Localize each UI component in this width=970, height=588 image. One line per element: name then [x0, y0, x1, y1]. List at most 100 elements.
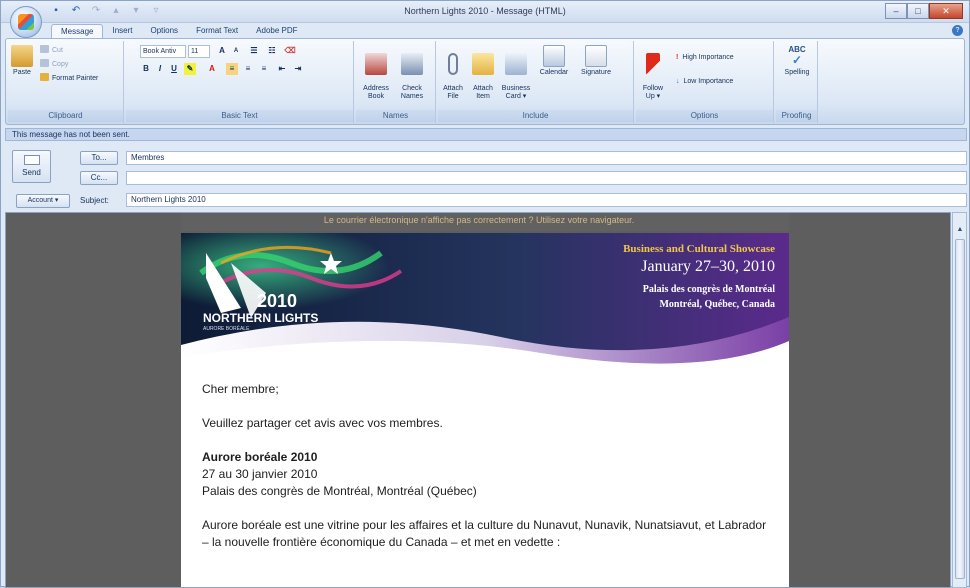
vertical-scrollbar[interactable]: ▲: [952, 212, 967, 588]
event-place: Palais des congrès de Montréal, Montréal…: [202, 484, 477, 498]
clear-formatting-icon[interactable]: ⌫: [284, 45, 296, 57]
email-text: Cher membre; Veuillez partager cet avis …: [202, 381, 772, 551]
ribbon: Paste Cut Copy Format Painter Clipboard …: [5, 38, 965, 125]
banner-venue: Palais des congrès de Montréal: [642, 284, 775, 295]
follow-up-button[interactable]: Follow Up ▾: [640, 45, 666, 101]
event-dates: 27 au 30 janvier 2010: [202, 467, 318, 481]
banner-brand: NORTHERN LIGHTS: [203, 311, 319, 325]
tab-insert[interactable]: Insert: [103, 24, 141, 38]
shrink-font-icon[interactable]: A: [230, 45, 242, 57]
envelope-icon: [23, 155, 40, 165]
align-center-icon[interactable]: ≡: [242, 63, 254, 75]
browser-notice-link[interactable]: Le courrier électronique n'affiche pas c…: [6, 215, 950, 225]
grow-font-icon[interactable]: A: [216, 45, 228, 57]
send-button[interactable]: Send: [12, 150, 51, 183]
copy-icon: [40, 59, 49, 67]
business-card-button[interactable]: Business Card ▾: [500, 45, 532, 101]
numbering-icon[interactable]: ☷: [266, 45, 278, 57]
outlook-message-window: ▪ ↶ ↷ ▴ ▾ ▿ Northern Lights 2010 - Messa…: [0, 0, 970, 588]
format-painter-button[interactable]: Format Painter: [40, 73, 98, 83]
align-left-icon[interactable]: ≡: [226, 63, 238, 75]
highlight-icon[interactable]: ✎: [184, 63, 196, 75]
subject-label: Subject:: [80, 196, 109, 205]
subject-field[interactable]: Northern Lights 2010: [126, 193, 967, 207]
signature-icon: [585, 45, 607, 67]
share-notice: Veuillez partager cet avis avec vos memb…: [202, 416, 443, 430]
include-group: Attach File Attach Item Business Card ▾ …: [438, 41, 634, 123]
scroll-up-icon[interactable]: ▲: [955, 225, 965, 235]
spelling-icon: ABC ✓: [788, 45, 806, 67]
calendar-button[interactable]: Calendar: [536, 45, 572, 77]
paperclip-icon: [448, 53, 458, 75]
tab-adobe-pdf[interactable]: Adobe PDF: [247, 24, 306, 38]
tab-format-text[interactable]: Format Text: [187, 24, 247, 38]
banner-showcase: Business and Cultural Showcase: [623, 243, 775, 255]
tab-message[interactable]: Message: [51, 24, 104, 38]
to-button[interactable]: To...: [80, 151, 118, 165]
high-importance-button[interactable]: ! High Importance: [676, 53, 734, 63]
align-right-icon[interactable]: ≡: [258, 63, 270, 75]
clipboard-group: Paste Cut Copy Format Painter Clipboard: [8, 41, 124, 123]
banner-brand-sub: AURORE BORÉALE: [203, 326, 250, 332]
bullets-icon[interactable]: ☰: [248, 45, 260, 57]
banner-year: 2010: [257, 291, 298, 311]
paste-button[interactable]: Paste: [10, 45, 34, 77]
decrease-indent-icon[interactable]: ⇤: [276, 63, 288, 75]
check-names-button[interactable]: Check Names: [396, 45, 428, 101]
increase-indent-icon[interactable]: ⇥: [292, 63, 304, 75]
include-label: Include: [438, 110, 633, 122]
copy-button[interactable]: Copy: [40, 59, 68, 69]
not-sent-infobar: This message has not been sent.: [5, 128, 967, 141]
message-body[interactable]: Le courrier électronique n'affiche pas c…: [5, 212, 951, 588]
bold-icon[interactable]: B: [140, 63, 152, 75]
down-arrow-icon: ↓: [676, 78, 680, 85]
signature-button[interactable]: Signature: [576, 45, 616, 77]
help-icon[interactable]: ?: [952, 25, 963, 36]
greeting: Cher membre;: [202, 382, 279, 396]
title-bar: ▪ ↶ ↷ ▴ ▾ ▿ Northern Lights 2010 - Messa…: [1, 1, 969, 23]
flag-icon: [646, 53, 660, 75]
clipboard-label: Clipboard: [8, 110, 123, 122]
office-logo-icon: [18, 14, 34, 30]
font-name-box[interactable]: Book Antiv: [140, 45, 186, 58]
attach-file-button[interactable]: Attach File: [440, 45, 466, 101]
scroll-thumb[interactable]: [955, 239, 965, 579]
names-label: Names: [356, 110, 435, 122]
ribbon-tabs: Message Insert Options Format Text Adobe…: [51, 24, 307, 38]
options-group: Follow Up ▾ ! High Importance ↓ Low Import…: [636, 41, 774, 123]
maximize-button[interactable]: □: [907, 3, 929, 19]
window-controls: – □ ✕: [885, 3, 963, 19]
banner-city: Montréal, Québec, Canada: [659, 299, 775, 310]
check-names-icon: [401, 53, 423, 75]
spelling-button[interactable]: ABC ✓ Spelling: [780, 45, 814, 77]
close-button[interactable]: ✕: [929, 3, 963, 19]
minimize-button[interactable]: –: [885, 3, 907, 19]
office-button[interactable]: [10, 6, 42, 38]
low-importance-button[interactable]: ↓ Low Importance: [676, 77, 733, 87]
cc-field[interactable]: [126, 171, 967, 185]
account-button[interactable]: Account ▾: [16, 194, 70, 208]
banner-dates: January 27–30, 2010: [641, 258, 775, 275]
font-size-box[interactable]: 11: [188, 45, 210, 58]
window-title: Northern Lights 2010 - Message (HTML): [404, 6, 566, 16]
cut-button[interactable]: Cut: [40, 45, 63, 55]
calendar-icon: [543, 45, 565, 67]
attach-item-icon: [472, 53, 494, 75]
scissors-icon: [40, 45, 49, 53]
names-group: Address Book Check Names Names: [356, 41, 436, 123]
address-book-button[interactable]: Address Book: [360, 45, 392, 101]
underline-icon[interactable]: U: [168, 63, 180, 75]
italic-icon[interactable]: I: [154, 63, 166, 75]
exclamation-icon: !: [676, 54, 679, 61]
to-field[interactable]: Membres: [126, 151, 967, 165]
event-banner: 2010 NORTHERN LIGHTS AURORE BORÉALE Busi…: [181, 233, 789, 373]
proofing-label: Proofing: [776, 110, 817, 122]
attach-item-button[interactable]: Attach Item: [470, 45, 496, 101]
brush-icon: [40, 73, 49, 81]
cc-button[interactable]: Cc...: [80, 171, 118, 185]
tab-options[interactable]: Options: [141, 24, 187, 38]
basic-text-group: Book Antiv 11 A A ☰ ☷ ⌫ B I U ✎ A ≡ ≡ ≡ …: [126, 41, 354, 123]
font-color-icon[interactable]: A: [206, 63, 218, 75]
paste-icon: [11, 45, 33, 67]
address-book-icon: [365, 53, 387, 75]
